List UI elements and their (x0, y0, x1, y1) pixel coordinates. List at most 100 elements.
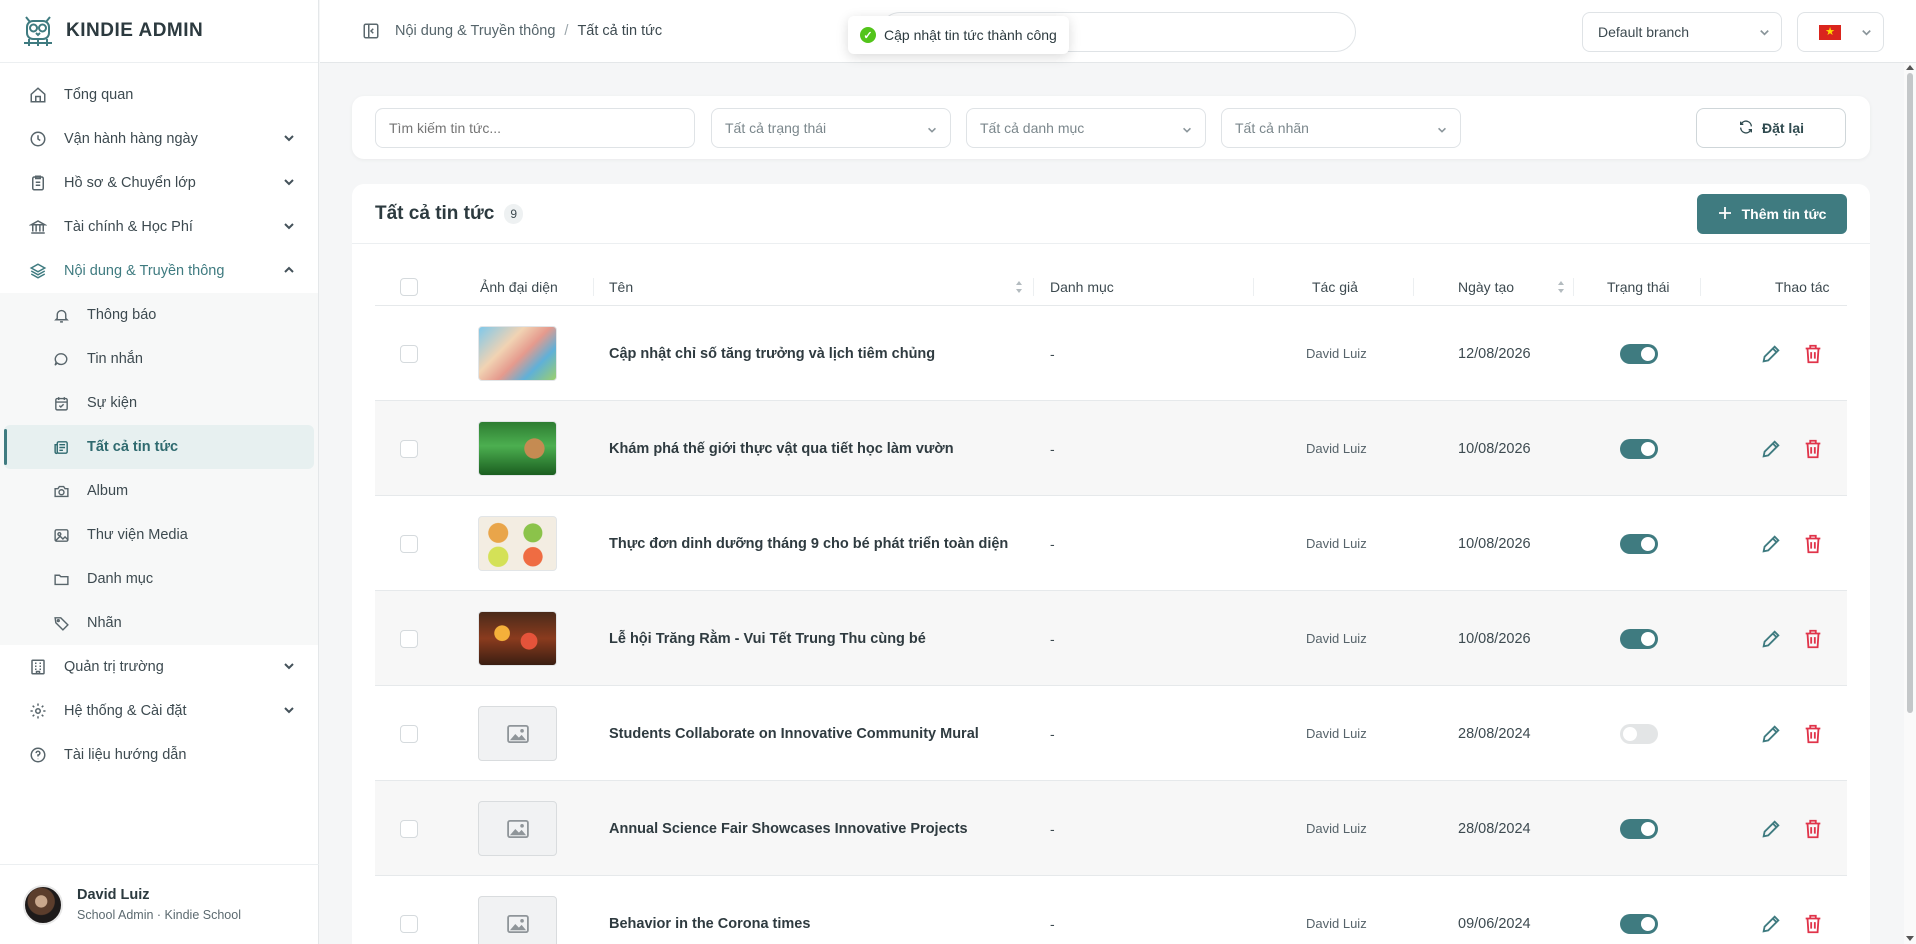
row-checkbox[interactable] (400, 629, 418, 648)
sidebar-item-content-communication[interactable]: Nội dung & Truyền thông (0, 249, 318, 293)
table-row[interactable]: Cập nhật chỉ số tăng trưởng và lịch tiêm… (375, 306, 1847, 401)
scroll-up-arrow[interactable] (1906, 65, 1914, 70)
row-checkbox[interactable] (400, 914, 418, 933)
row-select-cell (400, 876, 418, 944)
layers-icon (28, 261, 48, 281)
brand[interactable]: KINDIE ADMIN (0, 0, 318, 63)
publish-toggle[interactable] (1620, 533, 1658, 554)
row-checkbox[interactable] (400, 819, 418, 838)
table-row[interactable]: Annual Science Fair Showcases Innovative… (375, 781, 1847, 876)
news-thumbnail[interactable] (478, 326, 557, 381)
col-status: Trạng thái (1607, 279, 1670, 295)
scroll-thumb[interactable] (1907, 73, 1913, 713)
user-profile[interactable]: David Luiz School Admin · Kindie School (0, 864, 319, 944)
language-select[interactable]: ★ (1797, 12, 1884, 52)
table-row[interactable]: Lễ hội Trăng Rằm - Vui Tết Trung Thu cùn… (375, 591, 1847, 686)
sidebar-item-events[interactable]: Sự kiện (0, 381, 318, 425)
status-filter-select[interactable]: Tất cả trạng thái (711, 108, 951, 148)
trash-icon[interactable] (1802, 723, 1824, 745)
status-cell (1620, 876, 1658, 944)
edit-icon[interactable] (1760, 818, 1782, 840)
trash-icon[interactable] (1802, 343, 1824, 365)
sidebar-item-label: Nhãn (87, 615, 122, 631)
news-title[interactable]: Thực đơn dinh dưỡng tháng 9 cho bé phát … (609, 496, 1008, 591)
sidebar-submenu-content: Thông báo Tin nhắn Sự kiện Tất cả tin tứ… (0, 293, 318, 645)
edit-icon[interactable] (1760, 343, 1782, 365)
sidebar-item-docs[interactable]: Tài liệu hướng dẫn (0, 733, 318, 777)
trash-icon[interactable] (1802, 533, 1824, 555)
publish-toggle[interactable] (1620, 343, 1658, 364)
news-title[interactable]: Students Collaborate on Innovative Commu… (609, 686, 979, 781)
sidebar-item-daily-operations[interactable]: Vận hành hàng ngày (0, 117, 318, 161)
table-row[interactable]: Thực đơn dinh dưỡng tháng 9 cho bé phát … (375, 496, 1847, 591)
trash-icon[interactable] (1802, 628, 1824, 650)
news-search-input[interactable] (375, 108, 695, 148)
row-checkbox[interactable] (400, 534, 418, 553)
sidebar-item-school-admin[interactable]: Quản trị trường (0, 645, 318, 689)
sidebar-item-system-settings[interactable]: Hệ thống & Cài đặt (0, 689, 318, 733)
news-category: - (1050, 440, 1055, 457)
reset-filters-button[interactable]: Đặt lại (1696, 108, 1846, 148)
page-scrollbar[interactable] (1904, 63, 1916, 944)
sidebar-item-album[interactable]: Album (0, 469, 318, 513)
table-row[interactable]: Khám phá thế giới thực vật qua tiết học … (375, 401, 1847, 496)
table-row[interactable]: Behavior in the Corona times - David Lui… (375, 876, 1847, 944)
news-table: Ảnh đại diện Tên Danh mục Tác giả Ngày t… (375, 268, 1847, 944)
reset-label: Đặt lại (1761, 120, 1804, 136)
category-filter-select[interactable]: Tất cả danh mục (966, 108, 1206, 148)
breadcrumb-parent[interactable]: Nội dung & Truyền thông (395, 23, 555, 39)
sidebar-item-all-news[interactable]: Tất cả tin tức (4, 425, 314, 469)
select-all-checkbox[interactable] (400, 278, 418, 296)
breadcrumb-separator: / (564, 23, 569, 39)
edit-icon[interactable] (1760, 628, 1782, 650)
trash-icon[interactable] (1802, 438, 1824, 460)
sidebar-item-messages[interactable]: Tin nhắn (0, 337, 318, 381)
toast-message: Cập nhật tin tức thành công (884, 27, 1057, 43)
tag-filter-select[interactable]: Tất cả nhãn (1221, 108, 1461, 148)
col-created-sortable[interactable]: Ngày tạo (1458, 268, 1565, 306)
publish-toggle[interactable] (1620, 438, 1658, 459)
col-name: Tên (609, 279, 634, 295)
sidebar-item-records[interactable]: Hồ sơ & Chuyển lớp (0, 161, 318, 205)
news-title[interactable]: Khám phá thế giới thực vật qua tiết học … (609, 401, 954, 496)
sidebar-item-label: Tài chính & Học Phí (64, 219, 193, 235)
row-checkbox[interactable] (400, 344, 418, 363)
sidebar-item-finance[interactable]: Tài chính & Học Phí (0, 205, 318, 249)
table-row[interactable]: Students Collaborate on Innovative Commu… (375, 686, 1847, 781)
publish-toggle[interactable] (1620, 913, 1658, 934)
col-author: Tác giả (1312, 279, 1358, 295)
news-title[interactable]: Cập nhật chỉ số tăng trưởng và lịch tiêm… (609, 306, 935, 401)
news-title[interactable]: Annual Science Fair Showcases Innovative… (609, 781, 968, 876)
row-checkbox[interactable] (400, 439, 418, 458)
news-thumbnail[interactable] (478, 421, 557, 476)
publish-toggle[interactable] (1620, 628, 1658, 649)
sidebar-item-categories[interactable]: Danh mục (0, 557, 318, 601)
edit-icon[interactable] (1760, 533, 1782, 555)
publish-toggle[interactable] (1620, 723, 1658, 744)
trash-icon[interactable] (1802, 913, 1824, 935)
branch-select[interactable]: Default branch (1582, 12, 1782, 52)
row-checkbox[interactable] (400, 724, 418, 743)
news-category: - (1050, 725, 1055, 742)
col-name-sortable[interactable]: Tên (609, 268, 1023, 306)
news-thumbnail[interactable] (478, 611, 557, 666)
sidebar-item-media-library[interactable]: Thư viện Media (0, 513, 318, 557)
publish-toggle[interactable] (1620, 818, 1658, 839)
edit-icon[interactable] (1760, 438, 1782, 460)
sidebar-item-overview[interactable]: Tổng quan (0, 73, 318, 117)
news-title[interactable]: Behavior in the Corona times (609, 876, 810, 944)
trash-icon[interactable] (1802, 818, 1824, 840)
edit-icon[interactable] (1760, 723, 1782, 745)
sidebar-item-label: Nội dung & Truyền thông (64, 263, 225, 279)
add-news-button[interactable]: Thêm tin tức (1697, 194, 1847, 234)
sidebar-item-notifications[interactable]: Thông báo (0, 293, 318, 337)
sidebar-item-tags[interactable]: Nhãn (0, 601, 318, 645)
sidebar-toggle-icon[interactable] (362, 22, 380, 40)
edit-icon[interactable] (1760, 913, 1782, 935)
news-date: 10/08/2026 (1458, 440, 1531, 457)
image-placeholder-icon (478, 706, 557, 761)
thumb-cell (478, 306, 557, 401)
news-thumbnail[interactable] (478, 516, 557, 571)
news-title[interactable]: Lễ hội Trăng Rằm - Vui Tết Trung Thu cùn… (609, 591, 926, 686)
scroll-down-arrow[interactable] (1906, 936, 1914, 941)
